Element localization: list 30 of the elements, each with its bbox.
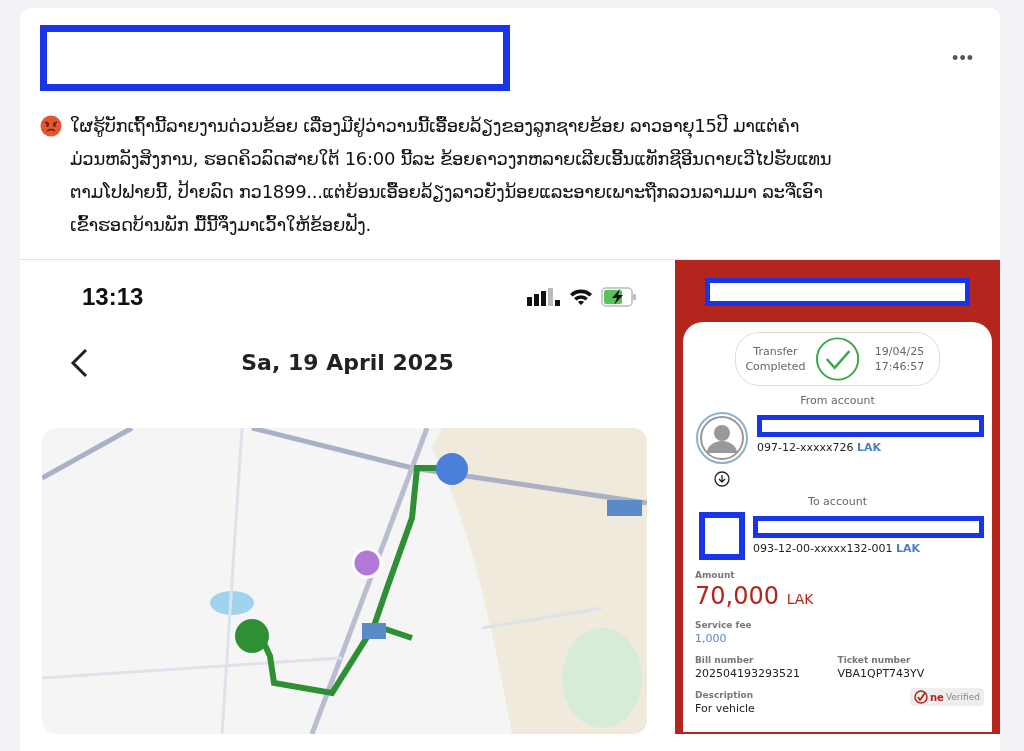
angry-face-icon [40,115,62,137]
post-text: ໃຜຮູ້ບັກເຖົ້ານີ້ລາຍງານດ່ວນຂ້ອຍ ເລື່ອງມີຢູ່ວ່າວານນີ້ເອື້ອຍລ້ຽງຂອງລູກຊາຍຂ້ອຍ ລາວອາຍຸ15ປີ ມາແຕ່ຄໍາ ມ່ວນຫລັງສິງການ, ຮອດຄິວລົດສາຍໃຕ້ 16:00 ນີ້ລະ ຂ້ອຍຄາວງກຫລາຍເລີຍເອີ້ນແທັກຊີອີນດາຍເວີໄປຮັບແທນ ຕາມໂປຟາຍນີ້, ປ້າຍລົດ ກວ1899...ແຕ່ຍ້ອນເອື້ອຍລ້ຽງລາວຍັງນ້ອຍແລະອາຍເພາະຖືກລວນລາມມາ ລະຈີ່ເອົາ ເຂົ້າຮອດບ້ານພັກ ມື້ນີ້ຈຶ່ງມາເວົ້າໃຫ້ຂ້ອຍຟັງ. [70,113,832,237]
transfer-datetime: 19/04/25 17:46:57 [873,344,926,374]
check-circle-icon [814,336,861,382]
verified-badge: ne Verified [909,688,984,706]
amount-value: 70,000 LAK [695,582,814,610]
fee-value: 1,000 [695,632,727,645]
fee-label: Service fee [695,620,752,630]
unknown-user-icon [695,411,749,465]
amount-label: Amount [695,570,735,580]
description-label: Description [695,690,754,700]
status-text: Transfer Completed [744,344,807,374]
status-time: 13:13 [82,283,144,311]
back-icon[interactable] [70,348,88,378]
description-value: For vehicle [695,702,755,715]
more-options-button[interactable]: ••• [946,43,980,73]
from-account-number: 097-12-xxxxx726 LAK [757,441,883,454]
battery-charging-icon [601,287,637,307]
date-title: Sa, 19 April 2025 [241,349,454,375]
check-icon [913,690,928,704]
redaction-box [699,512,745,560]
ticket-number: VBA1QPT743YV [837,667,925,680]
bill-label: Bill number [695,655,754,665]
signal-icon [527,288,561,306]
to-label: To account [807,495,868,508]
wifi-icon [569,288,593,306]
ticket-label: Ticket number [837,655,911,665]
from-label: From account [799,394,876,407]
bill-number: 202504193293521 [695,667,800,680]
to-account-number: 093-12-00-xxxxx132-001 LAK [753,542,921,555]
